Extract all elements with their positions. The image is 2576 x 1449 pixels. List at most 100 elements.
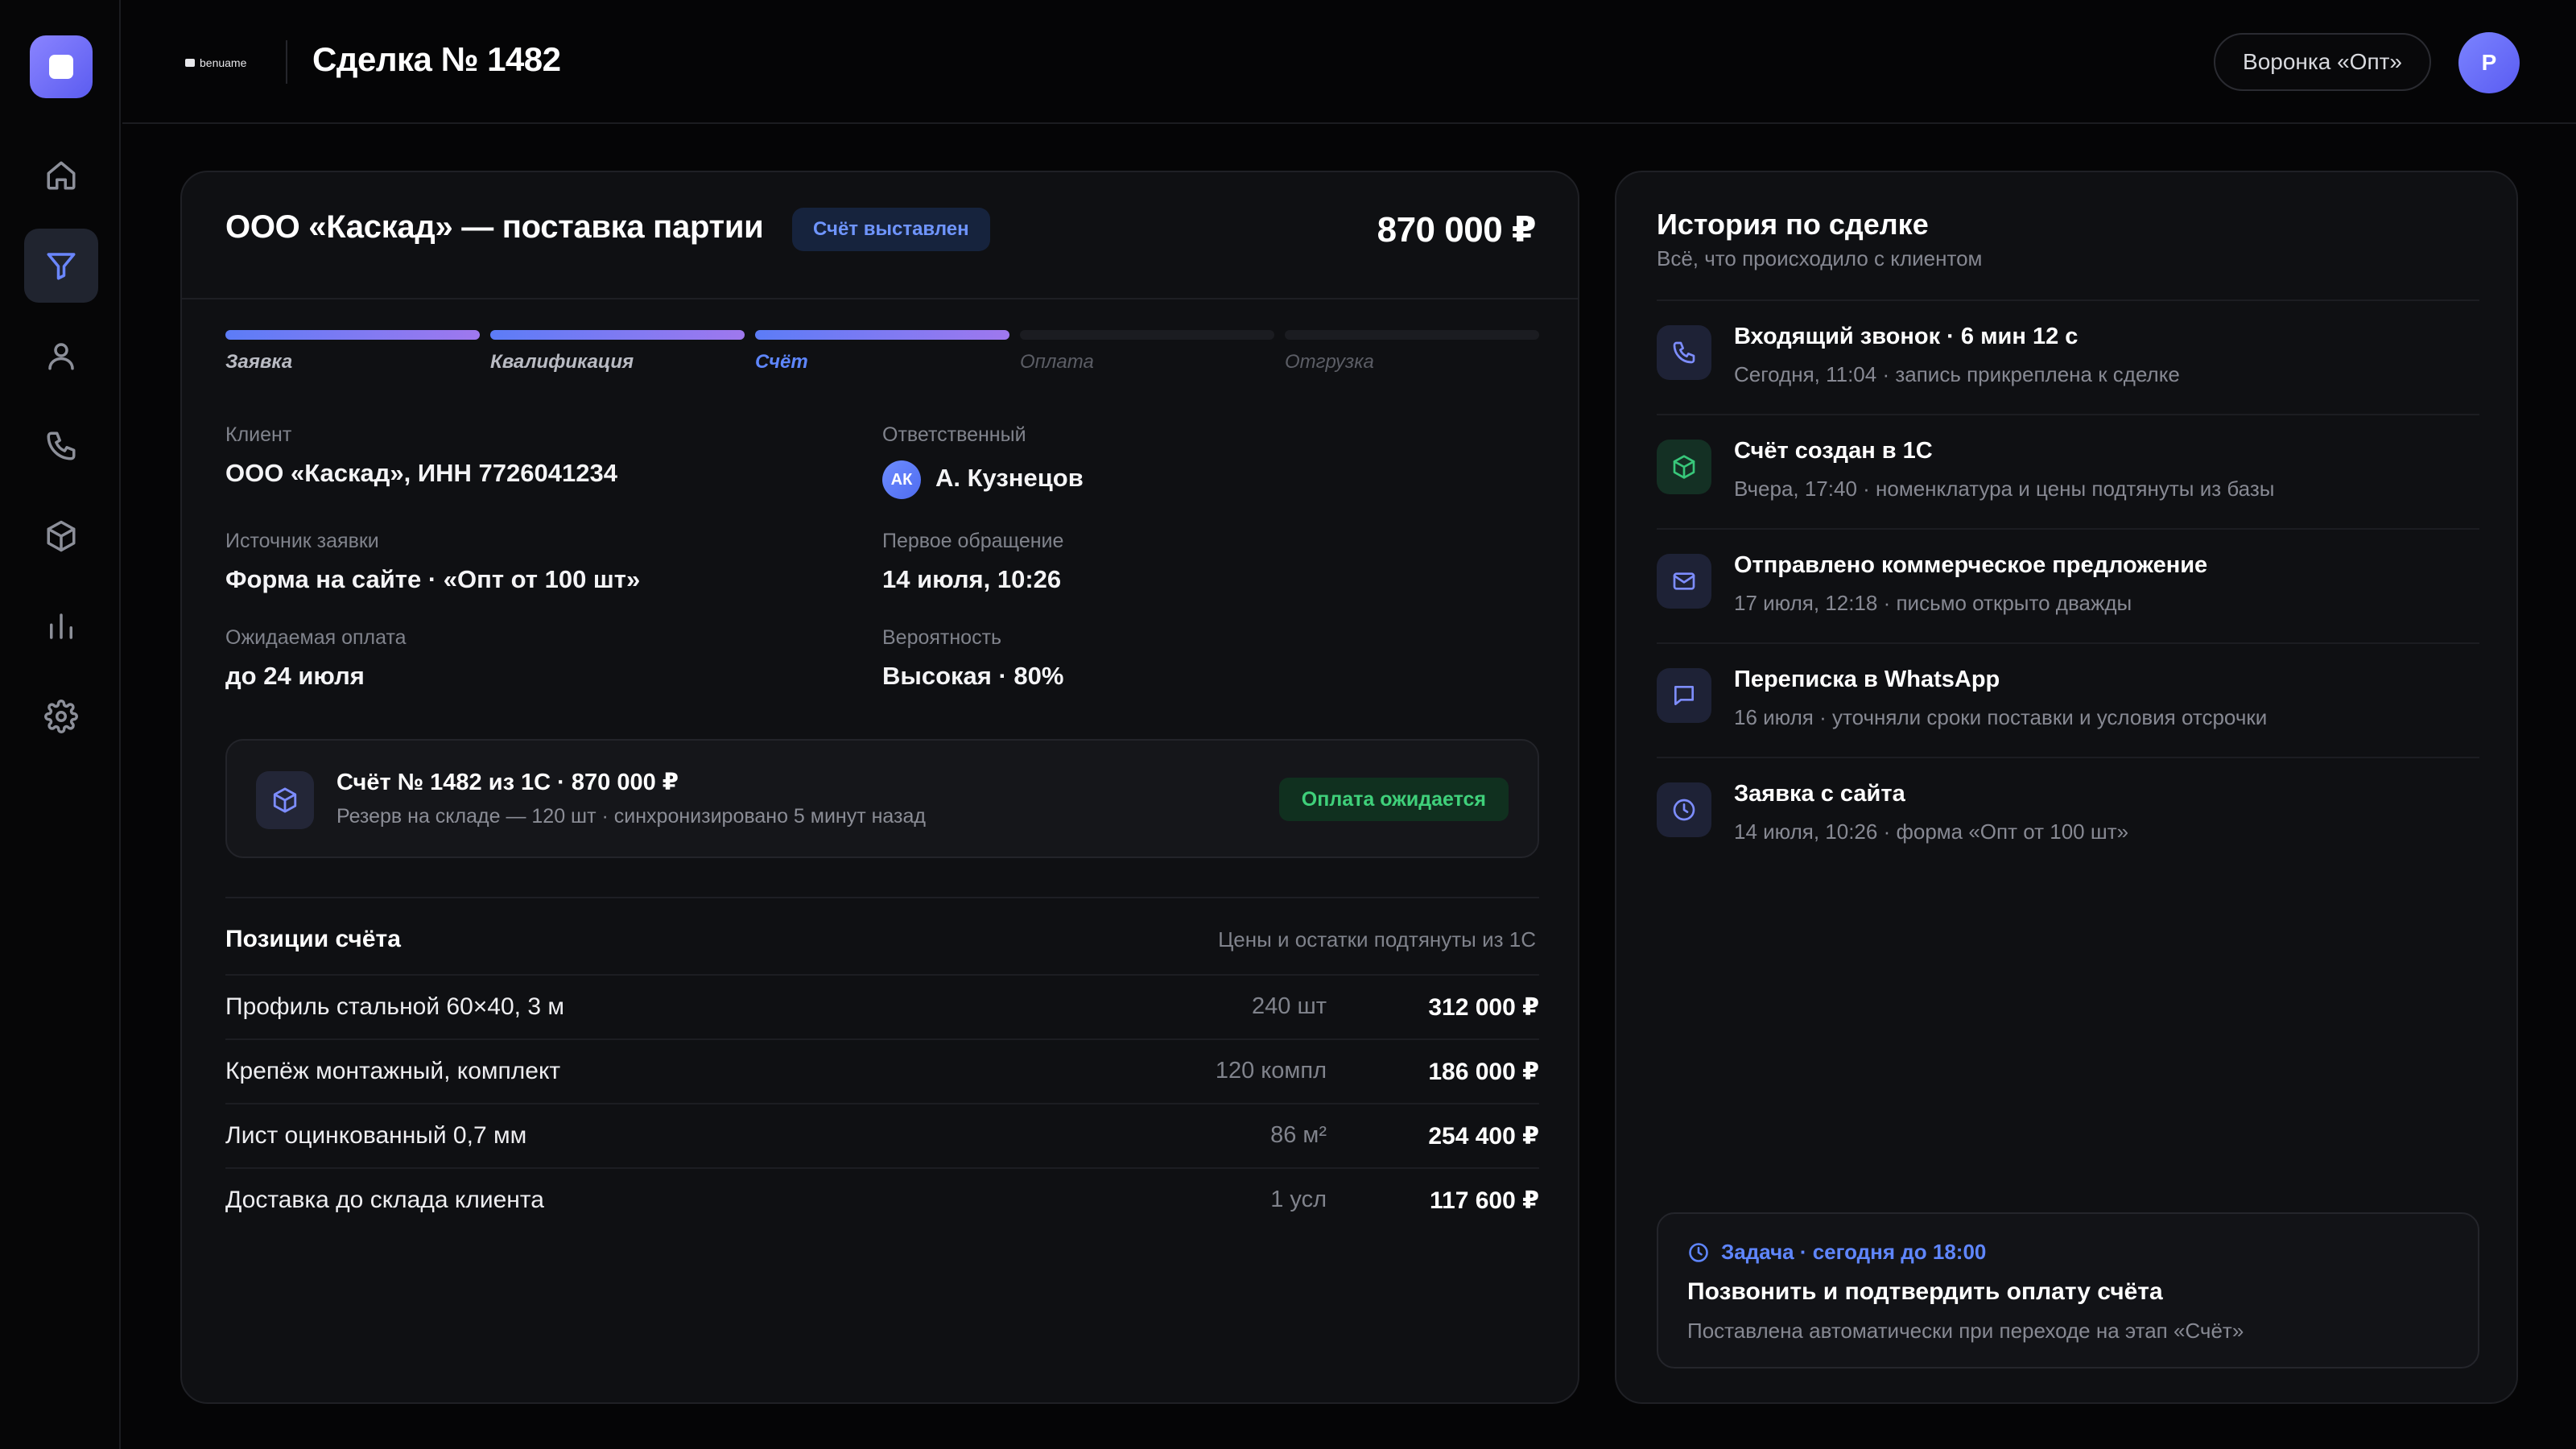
first-contact-value: 14 июля, 10:26 <box>882 565 1062 593</box>
app-logo[interactable] <box>30 35 93 98</box>
stage-label: Счёт <box>755 351 808 373</box>
stage-qualification[interactable]: Квалификация <box>490 330 745 374</box>
task-meta: Задача · сегодня до 18:00 <box>1687 1240 1986 1265</box>
user-avatar[interactable]: Р <box>2458 32 2520 93</box>
pipeline-stages: Заявка Квалификация Счёт Оплата Отгрузка <box>225 330 1539 378</box>
items-title: Позиции счёта <box>225 926 401 952</box>
item-qty: 240 шт <box>1252 993 1327 1019</box>
stage-request[interactable]: Заявка <box>225 330 480 374</box>
history-subtitle: Всё, что происходило с клиентом <box>1657 246 1983 270</box>
invoice-icon-wrap <box>256 771 314 829</box>
brand-logo[interactable]: benuame <box>185 56 246 69</box>
funnel-icon <box>47 253 76 280</box>
history-icon-wrap <box>1657 554 1711 609</box>
payment-status-badge: Оплата ожидается <box>1278 778 1509 821</box>
page-title: Сделка № 1482 <box>312 40 561 78</box>
invoice-title: Счёт № 1482 из 1С · 870 000 ₽ <box>336 770 679 795</box>
sidebar-item-reports[interactable] <box>24 589 98 663</box>
item-qty: 120 компл <box>1215 1058 1327 1084</box>
history-icon-wrap <box>1657 782 1711 837</box>
history-item[interactable]: Отправлено коммерческое предложение 17 и… <box>1657 528 2479 642</box>
task-card[interactable]: Задача · сегодня до 18:00 Позвонить и по… <box>1657 1212 2479 1368</box>
stage-invoice[interactable]: Счёт <box>755 330 1009 374</box>
sidebar-item-products[interactable] <box>24 499 98 573</box>
history-item[interactable]: Входящий звонок · 6 мин 12 с Сегодня, 11… <box>1657 299 2479 414</box>
history-title: История по сделке <box>1657 208 1929 241</box>
stage-label: Оплата <box>1020 351 1094 373</box>
table-row[interactable]: Профиль стальной 60×40, 3 м 240 шт 312 0… <box>225 974 1539 1038</box>
mail-icon <box>1673 572 1695 590</box>
history-item-title: Заявка с сайта <box>1734 781 1905 807</box>
chat-icon <box>1674 686 1694 705</box>
stage-label: Отгрузка <box>1285 351 1374 373</box>
stage-payment[interactable]: Оплата <box>1020 330 1274 374</box>
box-icon <box>1673 455 1695 479</box>
top-header: benuame Сделка № 1482 Воронка «Опт» Р <box>122 0 2576 124</box>
table-row[interactable]: Крепёж монтажный, комплект 120 компл 186… <box>225 1038 1539 1103</box>
stage-bar <box>755 330 1009 340</box>
history-icon-wrap <box>1657 668 1711 723</box>
item-name: Доставка до склада клиента <box>225 1187 544 1213</box>
table-row[interactable]: Лист оцинкованный 0,7 мм 86 м² 254 400 ₽ <box>225 1103 1539 1167</box>
header-divider <box>286 40 287 84</box>
invoice-subtitle: Резерв на складе — 120 шт · синхронизиро… <box>336 805 927 828</box>
sidebar-item-home[interactable] <box>24 138 98 213</box>
brand-mark <box>185 59 195 67</box>
clock-icon <box>1673 799 1695 821</box>
items-note: Цены и остатки подтянуты из 1С <box>1218 927 1536 952</box>
clock-icon <box>1689 1242 1708 1262</box>
deal-header: ООО «Каскад» — поставка партии Счёт выст… <box>182 172 1578 299</box>
first-contact-label: Первое обращение <box>882 530 1064 552</box>
home-icon <box>47 161 76 190</box>
responsible-label: Ответственный <box>882 423 1026 446</box>
phone-icon <box>47 431 76 460</box>
sidebar <box>0 0 121 1449</box>
history-item-text: Вчера, 17:40 · номенклатура и цены подтя… <box>1734 477 2275 501</box>
stage-bar <box>1020 330 1274 340</box>
task-subtitle: Поставлена автоматически при переходе на… <box>1687 1319 2244 1343</box>
history-item[interactable]: Переписка в WhatsApp 16 июля · уточняли … <box>1657 642 2479 757</box>
client-value[interactable]: ООО «Каскад», ИНН 7726041234 <box>225 459 617 488</box>
sidebar-item-settings[interactable] <box>24 679 98 753</box>
probability-value: Высокая · 80% <box>882 662 1064 690</box>
stage-bar <box>490 330 745 340</box>
user-icon <box>48 343 74 370</box>
source-value: Форма на сайте · «Опт от 100 шт» <box>225 565 641 593</box>
deal-status-badge: Счёт выставлен <box>792 208 990 251</box>
logo-mark <box>49 55 73 79</box>
phone-icon <box>1673 341 1695 364</box>
task-deadline: Задача · сегодня до 18:00 <box>1721 1240 1987 1264</box>
sidebar-item-calls[interactable] <box>24 409 98 483</box>
responsible-avatar: АК <box>882 460 921 499</box>
stage-bar <box>1285 330 1539 340</box>
responsible-value[interactable]: А. Кузнецов <box>935 464 1084 493</box>
box-icon <box>47 520 76 552</box>
item-sum: 117 600 ₽ <box>1430 1187 1539 1214</box>
item-qty: 1 усл <box>1270 1187 1327 1212</box>
stage-bar <box>225 330 480 340</box>
task-title: Позвонить и подтвердить оплату счёта <box>1687 1278 2163 1305</box>
invoice-summary[interactable]: Счёт № 1482 из 1С · 870 000 ₽ Резерв на … <box>225 739 1539 858</box>
deal-amount: 870 000 ₽ <box>1377 210 1537 250</box>
item-name: Лист оцинкованный 0,7 мм <box>225 1122 527 1149</box>
deal-title: ООО «Каскад» — поставка партии <box>225 209 764 245</box>
history-item[interactable]: Заявка с сайта 14 июля, 10:26 · форма «О… <box>1657 757 2479 871</box>
history-item-text: 16 июля · уточняли сроки поставки и усло… <box>1734 705 2268 729</box>
history-item-title: Отправлено коммерческое предложение <box>1734 552 2208 578</box>
history-item-title: Переписка в WhatsApp <box>1734 667 2000 692</box>
gear-icon <box>44 700 78 733</box>
funnel-selector-button[interactable]: Воронка «Опт» <box>2214 33 2431 91</box>
chart-icon <box>50 613 72 639</box>
history-item[interactable]: Счёт создан в 1С Вчера, 17:40 · номенкла… <box>1657 414 2479 528</box>
stage-shipment[interactable]: Отгрузка <box>1285 330 1539 374</box>
item-sum: 312 000 ₽ <box>1428 994 1539 1021</box>
sidebar-item-deals[interactable] <box>24 229 98 303</box>
brand-name: benuame <box>200 56 247 69</box>
item-sum: 254 400 ₽ <box>1428 1123 1539 1150</box>
history-item-text: 17 июля, 12:18 · письмо открыто дважды <box>1734 591 2132 615</box>
history-item-title: Счёт создан в 1С <box>1734 438 1933 464</box>
sidebar-item-contacts[interactable] <box>24 319 98 393</box>
table-row[interactable]: Доставка до склада клиента 1 усл 117 600… <box>225 1167 1539 1232</box>
expected-payment-label: Ожидаемая оплата <box>225 626 407 649</box>
client-label: Клиент <box>225 423 292 446</box>
